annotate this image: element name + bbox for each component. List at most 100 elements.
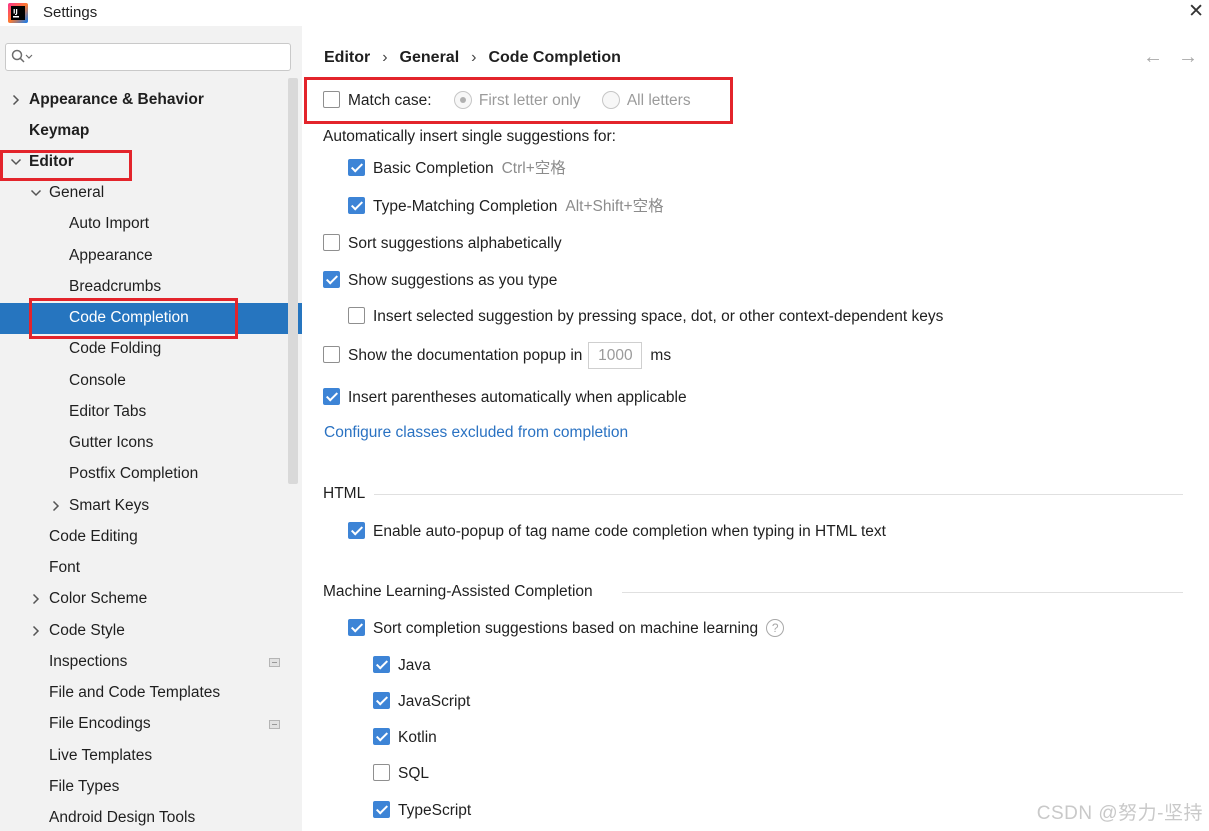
sidebar-item-appearance[interactable]: Appearance	[69, 241, 153, 271]
sidebar-item-gutter-icons[interactable]: Gutter Icons	[69, 428, 153, 458]
sidebar-item-color-scheme[interactable]: Color Scheme	[49, 584, 147, 614]
project-scope-icon	[269, 720, 280, 729]
chevron-right-icon[interactable]	[30, 625, 42, 637]
highlight-box-code-completion	[29, 298, 238, 339]
watermark: CSDN @努力-坚持	[1036, 803, 1203, 824]
sidebar-item-android-design-tools[interactable]: Android Design Tools	[49, 803, 195, 831]
highlight-box-match-case	[304, 77, 733, 124]
ml-typescript-label: TypeScript	[398, 802, 472, 819]
doc-popup-unit: ms	[650, 347, 672, 364]
ml-language-row: Kotlin	[373, 727, 437, 749]
sidebar-item-code-editing[interactable]: Code Editing	[49, 522, 138, 552]
doc-popup-label: Show the documentation popup in	[348, 347, 583, 364]
chevron-right-icon[interactable]	[50, 500, 62, 512]
ml-language-row: JavaScript	[373, 691, 470, 713]
sort-alpha-label: Sort suggestions alphabetically	[348, 235, 562, 252]
ml-javascript-label: JavaScript	[398, 693, 471, 710]
ml-sql-label: SQL	[398, 765, 430, 782]
sidebar-item-console[interactable]: Console	[69, 366, 126, 396]
doc-popup-row: Show the documentation popup in 1000 ms	[323, 342, 671, 370]
window-title: Settings	[43, 4, 98, 21]
ml-javascript-checkbox[interactable]	[373, 692, 390, 709]
ml-section-title: Machine Learning-Assisted Completion	[323, 583, 593, 600]
breadcrumb-item[interactable]: General	[400, 49, 460, 66]
ml-typescript-checkbox[interactable]	[373, 801, 390, 818]
ml-language-row: SQL	[373, 763, 429, 785]
close-icon[interactable]: ✕	[1188, 2, 1204, 22]
sidebar-scrollbar[interactable]	[288, 78, 298, 484]
insert-selected-label: Insert selected suggestion by pressing s…	[373, 308, 944, 325]
search-icon	[11, 49, 33, 63]
ml-language-row: TypeScript	[373, 800, 471, 822]
section-divider	[374, 494, 1183, 495]
sort-alpha-row: Sort suggestions alphabetically	[323, 233, 562, 255]
show-suggestions-row: Show suggestions as you type	[323, 270, 557, 292]
ml-kotlin-checkbox[interactable]	[373, 728, 390, 745]
breadcrumb: Editor › General › Code Completion	[324, 49, 621, 67]
settings-sidebar: Appearance & Behavior Keymap Editor Gene…	[0, 26, 302, 831]
title-bar: IJ Settings ✕	[0, 0, 1209, 26]
chevron-right-icon[interactable]	[30, 593, 42, 605]
sidebar-item-file-code-templates[interactable]: File and Code Templates	[49, 678, 220, 708]
html-auto-popup-label: Enable auto-popup of tag name code compl…	[373, 523, 886, 540]
sidebar-item-file-types[interactable]: File Types	[49, 772, 119, 802]
type-matching-label: Type-Matching Completion	[373, 198, 558, 215]
intellij-logo-icon: IJ	[8, 3, 28, 23]
html-auto-popup-checkbox[interactable]	[348, 522, 365, 539]
breadcrumb-separator: ›	[382, 49, 388, 66]
ml-language-row: Java	[373, 655, 431, 677]
doc-popup-checkbox[interactable]	[323, 346, 340, 363]
svg-text:IJ: IJ	[13, 8, 18, 16]
sidebar-item-postfix-completion[interactable]: Postfix Completion	[69, 459, 198, 489]
section-divider	[622, 592, 1183, 593]
sort-alpha-checkbox[interactable]	[323, 234, 340, 251]
insert-parens-row: Insert parentheses automatically when ap…	[323, 387, 687, 409]
insert-parens-label: Insert parentheses automatically when ap…	[348, 389, 687, 406]
chevron-down-icon[interactable]	[30, 187, 42, 199]
auto-insert-label: Automatically insert single suggestions …	[323, 128, 616, 145]
sort-ml-row: Sort completion suggestions based on mac…	[348, 618, 785, 640]
doc-popup-delay-input[interactable]: 1000	[588, 342, 643, 369]
search-input[interactable]	[5, 43, 291, 71]
html-section-title: HTML	[323, 485, 366, 502]
sort-ml-checkbox[interactable]	[348, 619, 365, 636]
chevron-right-icon[interactable]	[10, 94, 22, 106]
forward-arrow-icon[interactable]: →	[1178, 46, 1198, 69]
insert-selected-row: Insert selected suggestion by pressing s…	[348, 306, 943, 328]
breadcrumb-item: Code Completion	[488, 49, 621, 66]
sidebar-item-file-encodings[interactable]: File Encodings	[49, 709, 151, 739]
ml-java-checkbox[interactable]	[373, 656, 390, 673]
html-auto-popup-row: Enable auto-popup of tag name code compl…	[348, 521, 886, 543]
sidebar-item-font[interactable]: Font	[49, 553, 80, 583]
ml-kotlin-label: Kotlin	[398, 729, 437, 746]
sidebar-item-general[interactable]: General	[49, 178, 104, 208]
sidebar-item-appearance-behavior[interactable]: Appearance & Behavior	[29, 85, 204, 115]
sidebar-item-code-style[interactable]: Code Style	[49, 616, 125, 646]
sidebar-item-editor-tabs[interactable]: Editor Tabs	[69, 397, 146, 427]
breadcrumb-item[interactable]: Editor	[324, 49, 370, 66]
sidebar-item-keymap[interactable]: Keymap	[29, 116, 89, 146]
back-arrow-icon[interactable]: ←	[1143, 46, 1163, 69]
show-suggestions-checkbox[interactable]	[323, 271, 340, 288]
sidebar-item-auto-import[interactable]: Auto Import	[69, 209, 149, 239]
type-matching-row: Type-Matching Completion Alt+Shift+空格	[348, 196, 664, 218]
basic-completion-label: Basic Completion	[373, 160, 494, 177]
sidebar-item-smart-keys[interactable]: Smart Keys	[69, 491, 149, 521]
sidebar-item-inspections[interactable]: Inspections	[49, 647, 127, 677]
insert-parens-checkbox[interactable]	[323, 388, 340, 405]
show-suggestions-label: Show suggestions as you type	[348, 272, 558, 289]
type-matching-checkbox[interactable]	[348, 197, 365, 214]
type-matching-shortcut: Alt+Shift+空格	[565, 198, 664, 215]
basic-completion-shortcut: Ctrl+空格	[501, 160, 566, 177]
insert-selected-checkbox[interactable]	[348, 307, 365, 324]
project-scope-icon	[269, 658, 280, 667]
sort-ml-label: Sort completion suggestions based on mac…	[373, 620, 759, 637]
settings-content: Editor › General › Code Completion ← → Match…	[302, 26, 1209, 831]
help-icon[interactable]: ?	[766, 619, 785, 637]
configure-excluded-link[interactable]: Configure classes excluded from completi…	[324, 422, 628, 444]
breadcrumb-separator: ›	[471, 49, 477, 66]
sidebar-item-live-templates[interactable]: Live Templates	[49, 741, 152, 771]
basic-completion-checkbox[interactable]	[348, 159, 365, 176]
highlight-box-editor	[0, 150, 132, 181]
ml-sql-checkbox[interactable]	[373, 764, 390, 781]
